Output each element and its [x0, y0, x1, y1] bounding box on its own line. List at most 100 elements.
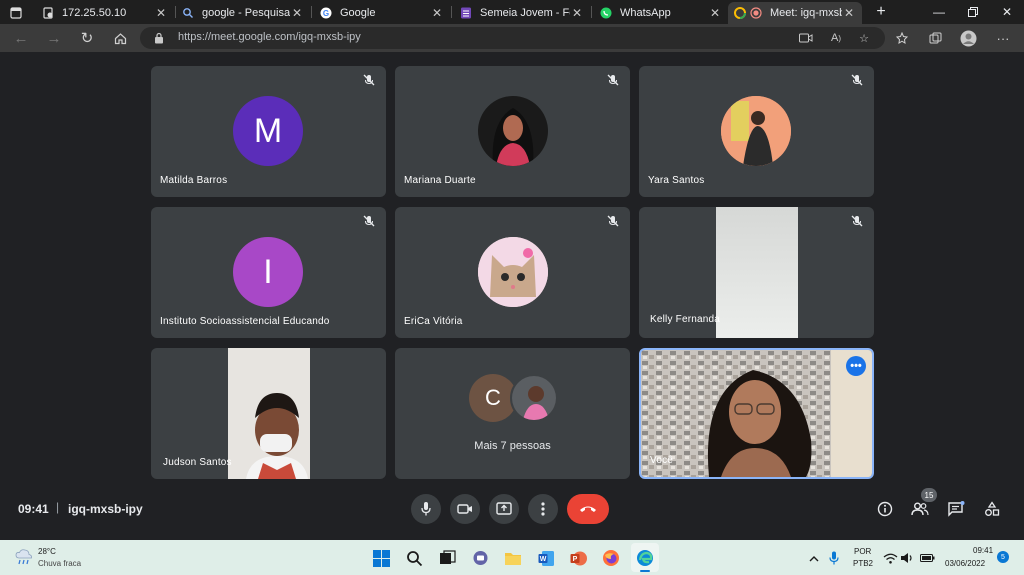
close-tab-icon[interactable]: ✕ — [842, 6, 856, 20]
restore-button[interactable] — [956, 0, 990, 24]
close-tab-icon[interactable]: ✕ — [708, 6, 722, 20]
minimize-button[interactable]: — — [922, 0, 956, 24]
browser-tab-strip: 172.25.50.10 ✕ google - Pesquisar ✕ G Go… — [0, 0, 1024, 24]
task-view-button[interactable] — [437, 548, 457, 568]
more-options-button[interactable]: ••• — [846, 356, 866, 376]
favorite-add-icon[interactable]: ☆ — [856, 31, 872, 45]
close-tab-icon[interactable]: ✕ — [154, 6, 168, 20]
activities-button[interactable] — [981, 498, 1003, 520]
address-field[interactable]: https://meet.google.com/igq-mxsb-ipy A) … — [140, 27, 885, 49]
powerpoint-button[interactable]: P — [568, 548, 588, 568]
word-icon: W — [538, 550, 554, 566]
avatar: M — [233, 96, 303, 166]
home-button[interactable] — [109, 28, 131, 48]
whatsapp-icon — [600, 7, 612, 19]
more-participants-tile[interactable]: C Mais 7 pessoas — [395, 348, 630, 479]
favorites-icon — [896, 31, 909, 44]
weather-widget[interactable] — [14, 547, 34, 567]
forward-button[interactable]: → — [43, 28, 65, 48]
mic-icon — [421, 502, 431, 516]
microphone-button[interactable] — [411, 494, 441, 524]
url-text: https://meet.google.com/igq-mxsb-ipy — [178, 31, 361, 43]
chat-button[interactable] — [945, 498, 967, 520]
present-screen-button[interactable] — [489, 494, 519, 524]
more-participants-label: Mais 7 pessoas — [474, 440, 551, 452]
powerpoint-icon: P — [570, 551, 587, 565]
participant-name: Yara Santos — [648, 175, 705, 186]
chevron-up-icon — [809, 555, 819, 561]
tab-google[interactable]: G Google ✕ — [314, 2, 450, 24]
mic-off-icon — [363, 74, 375, 86]
favorites-button[interactable] — [892, 28, 914, 48]
file-explorer-button[interactable] — [503, 548, 523, 568]
weather-temperature: 28°C — [38, 547, 56, 556]
profile-button[interactable] — [957, 28, 979, 48]
end-call-icon — [580, 506, 596, 512]
participant-name: Matilda Barros — [160, 175, 228, 186]
svg-text:W: W — [539, 556, 546, 563]
tab-ip[interactable]: 172.25.50.10 ✕ — [36, 2, 174, 24]
tab-whatsapp[interactable]: WhatsApp ✕ — [594, 2, 728, 24]
chat-icon — [948, 501, 965, 517]
mic-off-icon — [607, 74, 619, 86]
participant-tile[interactable]: Mariana Duarte — [395, 66, 630, 197]
wifi-icon — [883, 553, 897, 564]
video-feed — [716, 207, 798, 338]
tab-forms[interactable]: Semeia Jovem - Formu ✕ — [454, 2, 590, 24]
people-icon — [911, 502, 929, 516]
close-tab-icon[interactable]: ✕ — [430, 6, 444, 20]
system-time[interactable]: 09:41 — [973, 546, 993, 555]
self-view-tile[interactable]: ••• Você — [639, 348, 874, 479]
close-window-button[interactable]: ✕ — [990, 0, 1024, 24]
read-aloud-icon[interactable]: A) — [828, 31, 844, 45]
meeting-details-button[interactable] — [874, 498, 896, 520]
mic-icon — [829, 551, 839, 565]
microphone-tray-icon[interactable] — [824, 548, 844, 568]
notification-badge[interactable]: 5 — [997, 551, 1009, 563]
volume-tray-icon[interactable] — [897, 548, 917, 568]
participant-tile[interactable]: I Instituto Socioassistencial Educando — [151, 207, 386, 338]
participant-tile[interactable]: M Matilda Barros — [151, 66, 386, 197]
battery-tray-icon[interactable] — [917, 548, 937, 568]
tab-google-search[interactable]: google - Pesquisar ✕ — [176, 2, 310, 24]
more-vertical-icon — [541, 502, 545, 516]
search-button[interactable] — [404, 548, 424, 568]
participant-name: Você — [650, 455, 674, 466]
system-date[interactable]: 03/06/2022 — [945, 559, 985, 568]
more-actions-button[interactable] — [528, 494, 558, 524]
show-hidden-icons-button[interactable] — [804, 548, 824, 568]
participant-tile[interactable]: Judson Santos — [151, 348, 386, 479]
battery-icon — [919, 554, 934, 562]
participant-tile[interactable]: Kelly Fernanda — [639, 207, 874, 338]
page-icon — [43, 7, 53, 19]
close-tab-icon[interactable]: ✕ — [570, 6, 584, 20]
address-toolbar: ← → ↻ https://meet.google.com/igq-mxsb-i… — [0, 24, 1024, 52]
firefox-button[interactable] — [601, 548, 621, 568]
collections-icon — [929, 32, 941, 43]
close-tab-icon[interactable]: ✕ — [290, 6, 304, 20]
new-tab-button[interactable]: + — [864, 0, 898, 24]
participant-tile[interactable]: EriCa Vitória — [395, 207, 630, 338]
start-button[interactable] — [371, 548, 391, 568]
participant-name: Judson Santos — [163, 457, 232, 468]
back-button[interactable]: ← — [10, 28, 32, 48]
participant-tile[interactable]: Yara Santos — [639, 66, 874, 197]
word-button[interactable]: W — [536, 548, 556, 568]
camera-permission-icon[interactable] — [798, 31, 814, 45]
teams-chat-button[interactable] — [470, 548, 490, 568]
collections-button[interactable] — [924, 28, 946, 48]
tab-actions-button[interactable] — [4, 2, 32, 24]
keyboard-layout[interactable]: PTB2 — [853, 559, 873, 568]
reload-button[interactable]: ↻ — [76, 28, 98, 48]
settings-menu-button[interactable]: ··· — [992, 28, 1014, 48]
edge-button[interactable] — [631, 543, 659, 572]
camera-button[interactable] — [450, 494, 480, 524]
svg-text:G: G — [323, 9, 329, 18]
present-icon — [496, 502, 512, 515]
home-icon — [114, 32, 126, 44]
tab-title: Semeia Jovem - Formu — [480, 7, 570, 19]
avatar: I — [233, 237, 303, 307]
input-language[interactable]: POR — [854, 547, 871, 556]
leave-call-button[interactable] — [567, 494, 609, 524]
tab-meet[interactable]: Meet: igq-mxsb- ✕ — [728, 2, 862, 24]
